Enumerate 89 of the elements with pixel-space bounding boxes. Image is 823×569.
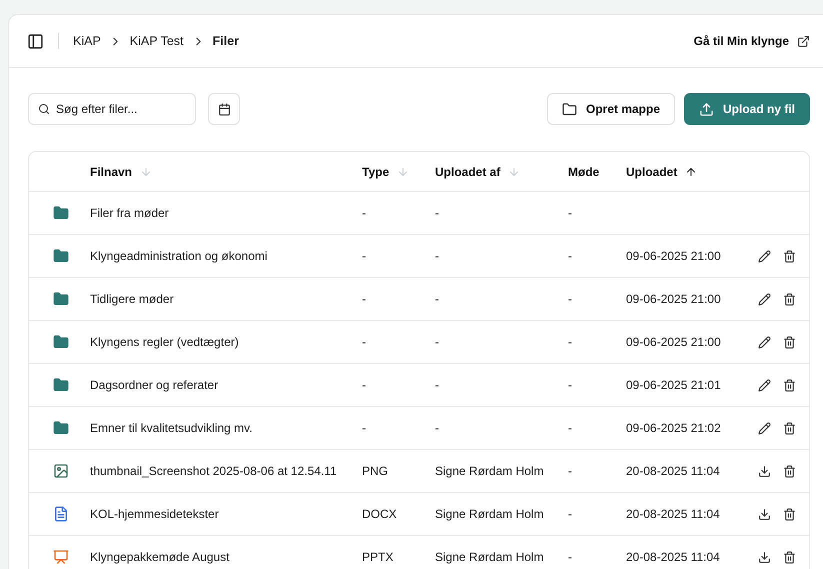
table-cell-text: PNG bbox=[362, 464, 390, 478]
file-name[interactable]: Dagsordner og referater bbox=[90, 378, 362, 392]
table-cell-text: - bbox=[568, 464, 573, 478]
table-cell-text: - bbox=[435, 206, 440, 220]
table-cell-text: Signe Rørdam Holm bbox=[435, 507, 545, 521]
edit-button[interactable] bbox=[758, 292, 771, 306]
table-cell-text: 09-06-2025 21:00 bbox=[626, 335, 722, 349]
table-cell-text: 20-08-2025 11:04 bbox=[626, 550, 721, 564]
breadcrumb-link[interactable]: Filer bbox=[212, 34, 239, 48]
table-cell-text: - bbox=[435, 378, 440, 392]
table-cell-text: PPTX bbox=[362, 550, 394, 564]
delete-button[interactable] bbox=[783, 336, 796, 348]
table-cell-text: 20-08-2025 11:04 bbox=[626, 464, 721, 478]
table-cell-text: - bbox=[568, 507, 573, 521]
search-icon bbox=[38, 103, 50, 115]
upload-icon bbox=[699, 102, 714, 116]
table-cell-text: Signe Rørdam Holm bbox=[435, 550, 545, 564]
breadcrumb-link[interactable]: KiAP bbox=[73, 34, 101, 48]
folder-icon bbox=[52, 334, 68, 350]
table-cell-text: - bbox=[568, 249, 573, 263]
column-header[interactable]: Type bbox=[362, 164, 390, 178]
edit-button[interactable] bbox=[758, 378, 771, 392]
new-folder-button[interactable]: Opret mappe bbox=[546, 93, 675, 125]
table-cell-text: DOCX bbox=[362, 507, 398, 521]
delete-button[interactable] bbox=[783, 378, 796, 392]
table-cell-text: - bbox=[362, 421, 367, 435]
external-link-icon bbox=[797, 34, 810, 48]
table-cell-text: - bbox=[568, 292, 573, 306]
table-cell-text: - bbox=[362, 335, 367, 349]
file-name[interactable]: Filer fra møder bbox=[90, 206, 362, 220]
delete-button[interactable] bbox=[783, 550, 796, 564]
table-cell-text: 09-06-2025 21:02 bbox=[626, 421, 722, 435]
table-cell-text: - bbox=[568, 378, 573, 392]
breadcrumb-link[interactable]: KiAP Test bbox=[130, 34, 184, 48]
column-header[interactable]: Møde bbox=[568, 164, 600, 178]
table-cell-text: Signe Rørdam Holm bbox=[435, 464, 545, 478]
table-cell-text: - bbox=[435, 421, 440, 435]
file-name[interactable]: Tidligere møder bbox=[90, 292, 362, 306]
calendar-icon bbox=[218, 102, 230, 116]
delete-button[interactable] bbox=[783, 292, 796, 306]
delete-button[interactable] bbox=[783, 508, 796, 520]
folder-icon bbox=[52, 377, 68, 393]
download-button[interactable] bbox=[758, 508, 771, 520]
delete-button[interactable] bbox=[783, 422, 796, 434]
table-cell-text: - bbox=[362, 206, 367, 220]
edit-button[interactable] bbox=[758, 422, 771, 434]
folder-icon bbox=[52, 291, 68, 307]
sidebar-toggle-icon[interactable] bbox=[27, 32, 44, 50]
folder-icon bbox=[52, 248, 68, 264]
file-name[interactable]: Klyngeadministration og økonomi bbox=[90, 249, 362, 263]
delete-button[interactable] bbox=[783, 464, 796, 478]
table-cell-text: - bbox=[362, 292, 367, 306]
table-cell-text: - bbox=[568, 335, 573, 349]
table-cell-text: - bbox=[362, 249, 367, 263]
edit-button[interactable] bbox=[758, 250, 771, 262]
sort-arrow-icon[interactable] bbox=[685, 166, 698, 178]
table-cell-text: - bbox=[568, 550, 573, 564]
presentation-icon bbox=[52, 549, 68, 565]
column-header[interactable]: Uploadet af bbox=[435, 164, 500, 178]
table-cell-text: - bbox=[435, 249, 440, 263]
file-name[interactable]: Klyngepakkemøde August bbox=[90, 550, 362, 564]
file-name[interactable]: Klyngens regler (vedtægter) bbox=[90, 335, 362, 349]
table-cell-text: 20-08-2025 11:04 bbox=[626, 507, 721, 521]
upload-button[interactable]: Upload ny fil bbox=[684, 93, 810, 125]
download-button[interactable] bbox=[758, 464, 771, 478]
search-field[interactable]: Søg efter filer... bbox=[28, 93, 196, 125]
table-cell-text: - bbox=[362, 378, 367, 392]
table-cell-text: 09-06-2025 21:00 bbox=[626, 249, 722, 263]
file-name[interactable]: Emner til kvalitetsudvikling mv. bbox=[90, 421, 362, 435]
edit-button[interactable] bbox=[758, 336, 771, 348]
download-button[interactable] bbox=[758, 550, 771, 564]
folder-icon bbox=[562, 102, 577, 116]
folder-icon bbox=[52, 420, 68, 436]
column-header[interactable]: Uploadet bbox=[626, 164, 678, 178]
document-icon bbox=[52, 506, 68, 522]
external-link[interactable]: Gå til Min klynge bbox=[694, 34, 810, 48]
table-cell-text: - bbox=[568, 206, 573, 220]
folder-icon bbox=[52, 205, 68, 221]
table-cell-text: - bbox=[568, 421, 573, 435]
file-name[interactable]: thumbnail_Screenshot 2025-08-06 at 12.54.11 bbox=[90, 464, 362, 478]
table-cell-text: - bbox=[435, 335, 440, 349]
calendar-button[interactable] bbox=[208, 93, 240, 125]
table-cell-text: - bbox=[435, 292, 440, 306]
column-header[interactable]: Filnavn bbox=[90, 164, 132, 178]
image-thumbnail-icon bbox=[52, 463, 68, 479]
file-name[interactable]: KOL-hjemmesidetekster bbox=[90, 507, 362, 521]
delete-button[interactable] bbox=[783, 250, 796, 262]
table-cell-text: 09-06-2025 21:01 bbox=[626, 378, 722, 392]
table-cell-text: 09-06-2025 21:00 bbox=[626, 292, 722, 306]
